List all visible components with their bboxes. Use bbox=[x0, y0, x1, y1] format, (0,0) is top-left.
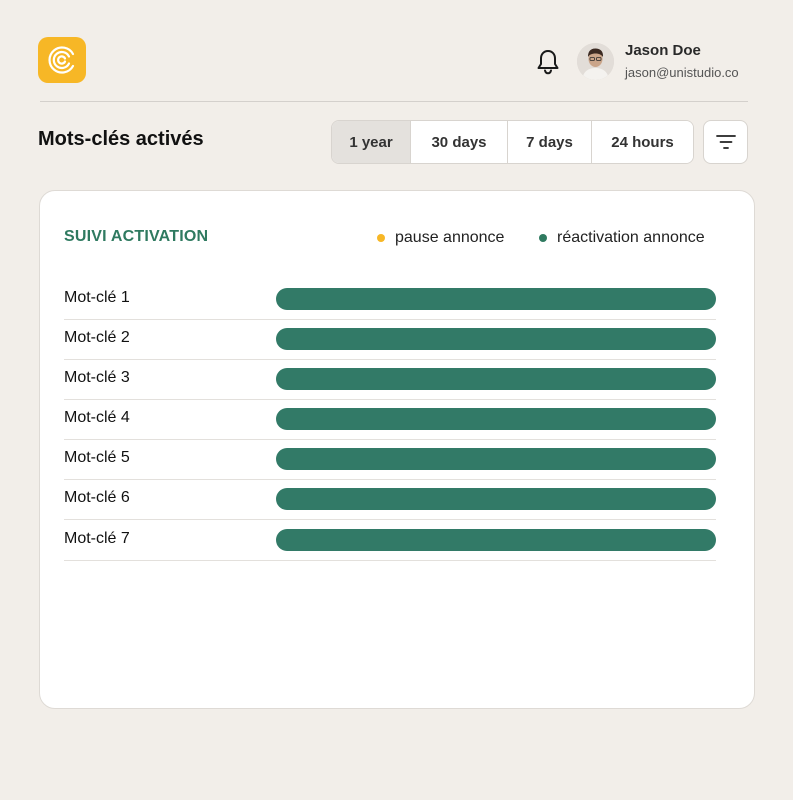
legend-item-reactivation: réactivation annonce bbox=[539, 229, 705, 247]
user-name: Jason Doe bbox=[625, 42, 701, 59]
page-title: Mots-clés activés bbox=[38, 128, 204, 150]
activation-bar bbox=[276, 288, 716, 310]
concentric-c-logo-icon bbox=[48, 46, 75, 74]
dashboard-page: Jason Doe jason@unistudio.co Mots-clés a… bbox=[0, 0, 793, 800]
keyword-row: Mot-clé 7 bbox=[64, 520, 716, 561]
legend-dot-green bbox=[539, 234, 547, 242]
filter-button[interactable] bbox=[703, 120, 748, 164]
keyword-label: Mot-clé 3 bbox=[64, 369, 130, 386]
activation-bar bbox=[276, 408, 716, 430]
keyword-row: Mot-clé 6 bbox=[64, 479, 716, 520]
keyword-label: Mot-clé 1 bbox=[64, 289, 130, 306]
keyword-label: Mot-clé 5 bbox=[64, 449, 130, 466]
keyword-row: Mot-clé 4 bbox=[64, 399, 716, 440]
activation-bar bbox=[276, 368, 716, 390]
card-title: SUIVI ACTIVATION bbox=[64, 228, 209, 245]
range-30-days-button[interactable]: 30 days bbox=[411, 121, 508, 163]
filter-lines-icon bbox=[715, 135, 736, 149]
activation-bar bbox=[276, 448, 716, 470]
bell-icon bbox=[537, 50, 559, 75]
keyword-label: Mot-clé 2 bbox=[64, 329, 130, 346]
keyword-label: Mot-clé 4 bbox=[64, 409, 130, 426]
activation-tracking-card: SUIVI ACTIVATION pause annonce réactivat… bbox=[39, 190, 755, 709]
keyword-row: Mot-clé 2 bbox=[64, 319, 716, 360]
notifications-button[interactable] bbox=[535, 48, 561, 76]
range-24-hours-button[interactable]: 24 hours bbox=[592, 121, 693, 163]
keyword-label: Mot-clé 6 bbox=[64, 489, 130, 506]
activation-bar bbox=[276, 529, 716, 551]
time-range-selector: 1 year 30 days 7 days 24 hours bbox=[331, 120, 694, 164]
row-divider bbox=[64, 560, 716, 561]
keyword-row: Mot-clé 1 bbox=[64, 279, 716, 320]
activation-bar bbox=[276, 328, 716, 350]
keyword-row: Mot-clé 5 bbox=[64, 439, 716, 480]
legend-dot-yellow bbox=[377, 234, 385, 242]
app-logo-icon[interactable] bbox=[38, 37, 86, 83]
legend-item-pause: pause annonce bbox=[377, 229, 504, 247]
keyword-label: Mot-clé 7 bbox=[64, 530, 130, 547]
keyword-row: Mot-clé 3 bbox=[64, 359, 716, 400]
user-avatar-icon bbox=[577, 43, 614, 80]
range-1-year-button[interactable]: 1 year bbox=[332, 121, 411, 163]
legend-label-reactivation: réactivation annonce bbox=[557, 229, 705, 246]
range-7-days-button[interactable]: 7 days bbox=[508, 121, 592, 163]
activation-bar bbox=[276, 488, 716, 510]
user-email: jason@unistudio.co bbox=[625, 65, 739, 80]
header-divider bbox=[40, 101, 748, 102]
legend-label-pause: pause annonce bbox=[395, 229, 505, 246]
avatar[interactable] bbox=[577, 43, 614, 80]
